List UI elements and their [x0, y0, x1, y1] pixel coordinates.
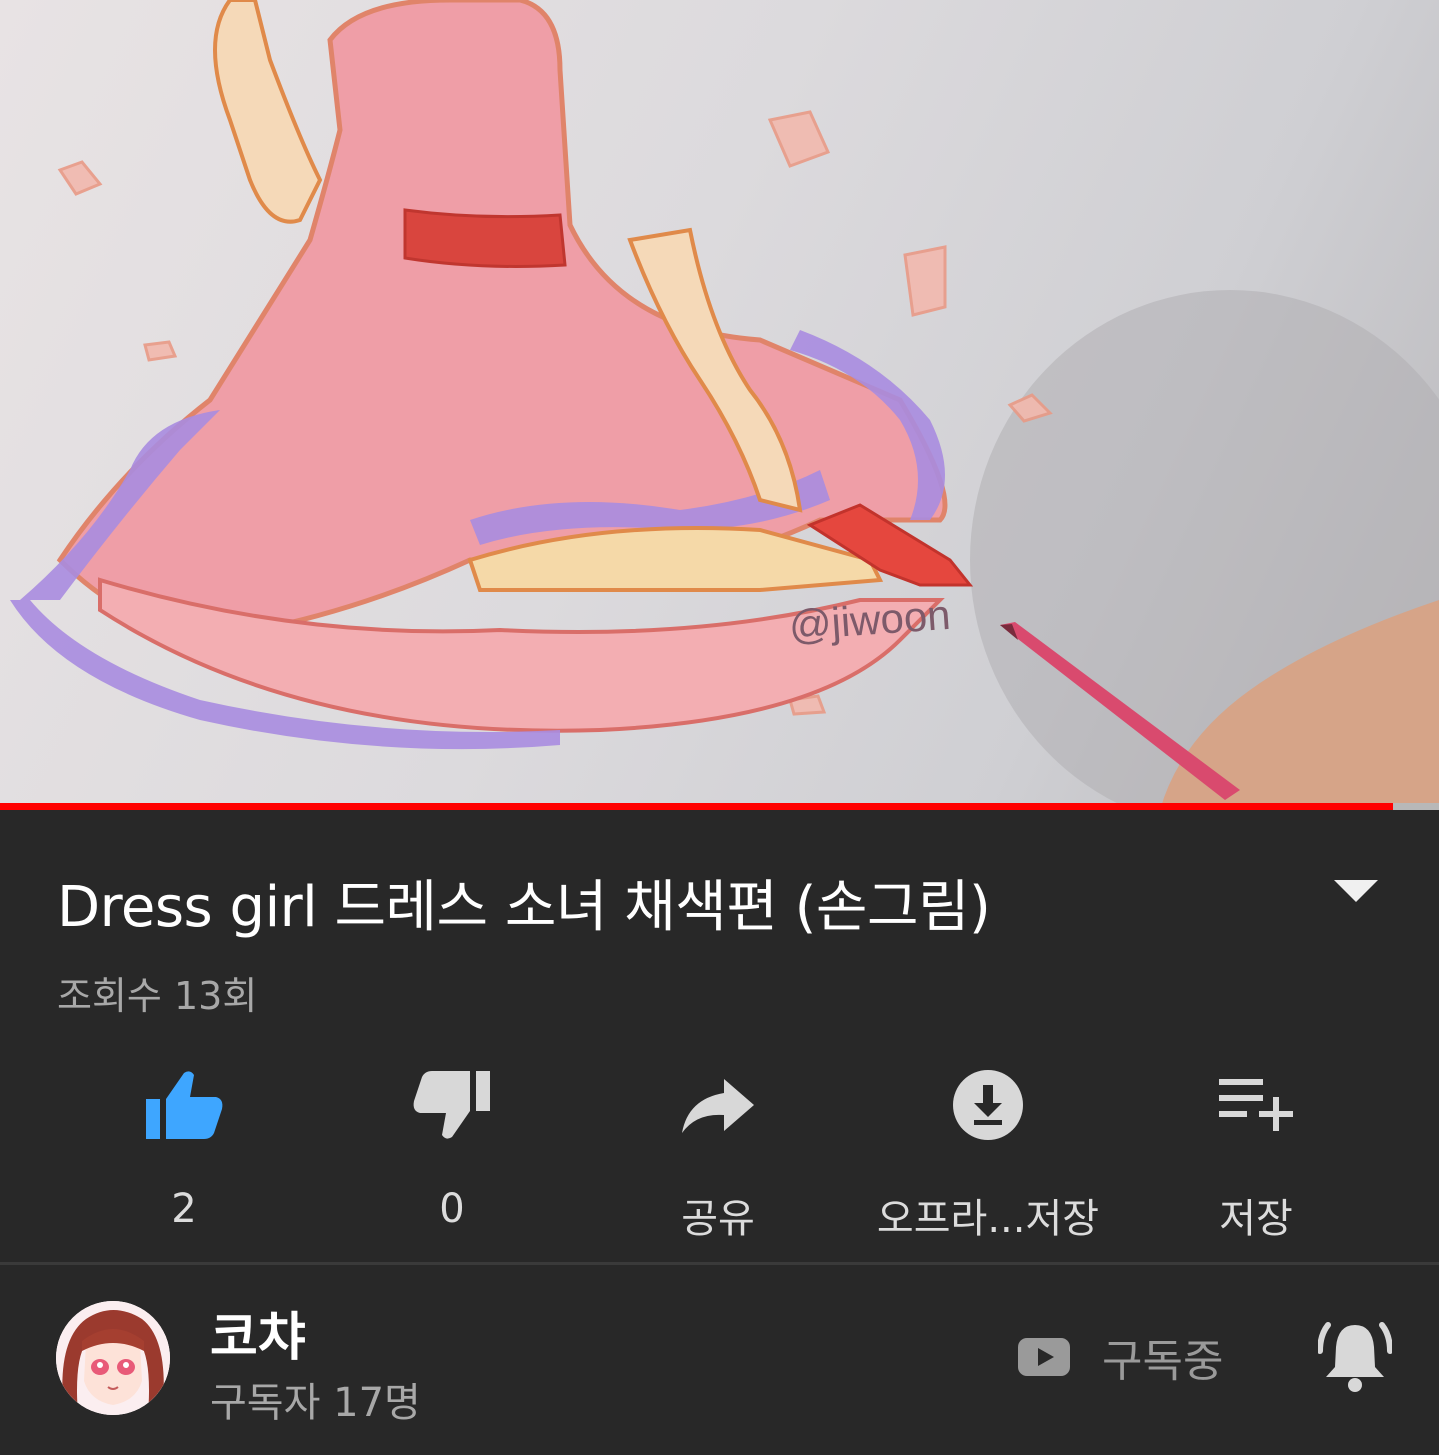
download-icon [953, 1070, 1023, 1140]
share-label: 공유 [681, 1196, 755, 1242]
progress-bar[interactable] [0, 803, 1439, 810]
channel-row: 코챠 구독자 17명 구독중 [0, 1265, 1439, 1455]
like-count: 2 [171, 1186, 197, 1232]
save-button[interactable]: 저장 [1126, 1060, 1386, 1244]
channel-avatar[interactable] [56, 1301, 170, 1415]
youtube-icon [1018, 1338, 1070, 1376]
download-label: 오프라...저장 [876, 1196, 1100, 1242]
video-player[interactable]: @jiwoon [0, 0, 1439, 810]
subscribed-button[interactable]: 구독중 [1018, 1327, 1223, 1387]
share-button[interactable]: 공유 [588, 1060, 848, 1244]
progress-bar-fill [0, 803, 1393, 810]
subscriber-count: 구독자 17명 [210, 1380, 421, 1426]
save-label: 저장 [1219, 1196, 1293, 1242]
playlist-add-icon [1219, 1079, 1293, 1131]
avatar-image [56, 1301, 170, 1415]
like-button[interactable]: 2 [54, 1060, 314, 1232]
download-button[interactable]: 오프라...저장 [858, 1060, 1118, 1244]
dislike-count: 0 [439, 1186, 465, 1232]
subscribed-label: 구독중 [1102, 1336, 1224, 1387]
video-title[interactable]: Dress girl 드레스 소녀 채색편 (손그림) [57, 862, 991, 943]
chevron-down-icon[interactable] [1332, 876, 1380, 906]
share-icon [682, 1079, 754, 1133]
video-frame: @jiwoon [10, 0, 1439, 810]
video-info-panel: Dress girl 드레스 소녀 채색편 (손그림) 조회수 13회 2 0 [0, 810, 1439, 1455]
channel-name[interactable]: 코챠 [210, 1295, 306, 1370]
action-bar: 2 0 공유 오프라...저장 저장 [0, 1060, 1439, 1242]
view-count: 조회수 13회 [57, 974, 258, 1018]
dislike-button[interactable]: 0 [322, 1060, 582, 1232]
thumbs-down-icon [413, 1071, 490, 1139]
notification-bell-icon[interactable] [1318, 1317, 1392, 1397]
thumbs-up-icon [146, 1071, 223, 1139]
video-watermark: @jiwoon [787, 591, 952, 649]
